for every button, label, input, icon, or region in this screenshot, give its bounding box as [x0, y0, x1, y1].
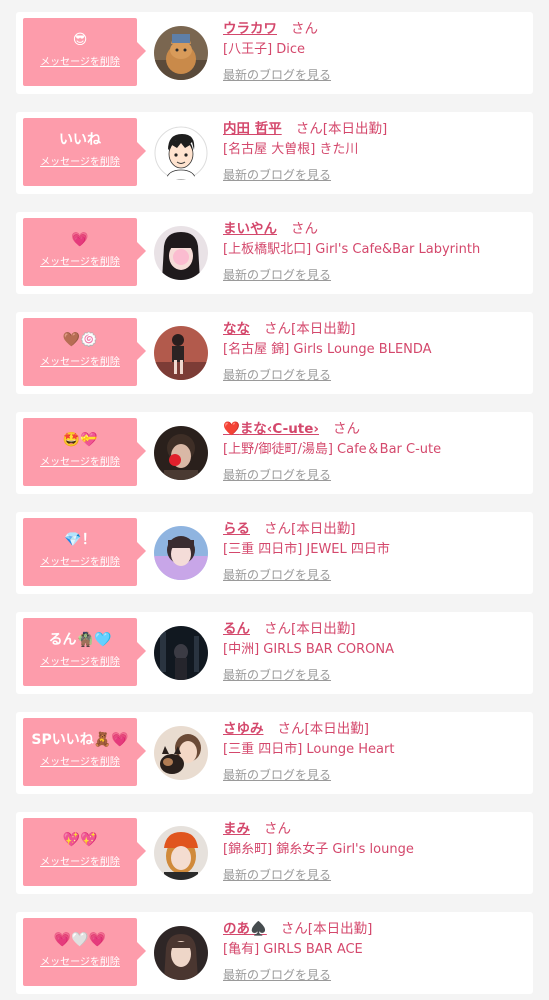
message-card: 💎！ メッセージを削除 らる さん[本日出勤] [三重 四日市] JEWEL 四日…: [16, 512, 533, 594]
latest-blog-link[interactable]: 最新のブログを見る: [223, 168, 523, 182]
shop-info: [三重 四日市] JEWEL 四日市: [223, 542, 390, 557]
message-bubble: いいね メッセージを削除: [23, 118, 146, 186]
user-name-link[interactable]: ❤️まな‹C-ute›: [223, 421, 319, 437]
latest-blog-link[interactable]: 最新のブログを見る: [223, 968, 523, 982]
avatar[interactable]: [154, 126, 208, 180]
delete-message-link[interactable]: メッセージを削除: [23, 157, 137, 169]
avatar[interactable]: [154, 826, 208, 880]
honorific: さん[本日出勤]: [280, 921, 373, 937]
honorific: さん[本日出勤]: [277, 721, 370, 737]
honorific: さん: [291, 221, 318, 237]
delete-message-link[interactable]: メッセージを削除: [23, 557, 137, 569]
message-text: 💗: [71, 232, 89, 248]
shop-info: [八王子] Dice: [223, 42, 306, 57]
delete-message-link[interactable]: メッセージを削除: [23, 57, 137, 69]
user-name-link[interactable]: るん: [223, 621, 250, 637]
delete-message-link[interactable]: メッセージを削除: [23, 757, 137, 769]
user-name-link[interactable]: のあ♠️: [223, 921, 267, 937]
user-name-link[interactable]: ウラカワ: [223, 21, 277, 37]
message-bubble: 💖💖 メッセージを削除: [23, 818, 146, 886]
avatar[interactable]: [154, 426, 208, 480]
shop-info: [三重 四日市] Lounge Heart: [223, 742, 395, 757]
user-name-link[interactable]: らる: [223, 521, 250, 537]
user-name-link[interactable]: まみ: [223, 821, 250, 837]
latest-blog-link[interactable]: 最新のブログを見る: [223, 68, 523, 82]
shop-info: [名古屋 大曽根] きた川: [223, 142, 359, 157]
message-bubble: 😎 メッセージを削除: [23, 18, 146, 86]
message-text: 💖💖: [62, 832, 98, 848]
honorific: さん: [291, 21, 318, 37]
avatar[interactable]: [154, 726, 208, 780]
message-card: 💗🤍💗 メッセージを削除 のあ♠️ さん[本日出勤] [亀有] GIRLS BAR…: [16, 912, 533, 994]
message-text: 💎！: [64, 532, 96, 548]
latest-blog-link[interactable]: 最新のブログを見る: [223, 368, 523, 382]
honorific: さん[本日出勤]: [295, 121, 388, 137]
message-bubble: 🤎🍥 メッセージを削除: [23, 318, 146, 386]
message-card: 😎 メッセージを削除 ウラカワ さん [八王子] Dice 最新のブログを見る: [16, 12, 533, 94]
honorific: さん[本日出勤]: [264, 321, 356, 337]
latest-blog-link[interactable]: 最新のブログを見る: [223, 868, 523, 882]
latest-blog-link[interactable]: 最新のブログを見る: [223, 768, 523, 782]
heart-icon: ❤️: [223, 421, 240, 437]
message-text: 💗🤍💗: [53, 932, 107, 948]
message-card: SPいいね🧸💗 メッセージを削除 さゆみ さん[本日出勤] [三重 四日市] Lo…: [16, 712, 533, 794]
avatar[interactable]: [154, 326, 208, 380]
delete-message-link[interactable]: メッセージを削除: [23, 457, 137, 469]
message-card: 🤎🍥 メッセージを削除 なな さん[本日出勤] [名古屋 錦] Girls Lou…: [16, 312, 533, 394]
avatar[interactable]: [154, 526, 208, 580]
latest-blog-link[interactable]: 最新のブログを見る: [223, 568, 523, 582]
delete-message-link[interactable]: メッセージを削除: [23, 957, 137, 969]
message-bubble: 💎！ メッセージを削除: [23, 518, 146, 586]
message-list: 😎 メッセージを削除 ウラカワさん [八王子] Dice 最新のブログを見る: [0, 0, 549, 1000]
message-card: 💖💖 メッセージを削除 まみ さん [錦糸町] 錦糸女子 Girl's loung…: [16, 812, 533, 894]
message-bubble: 💗🤍💗 メッセージを削除: [23, 918, 146, 986]
shop-info: [上野/御徒町/湯島] Cafe＆Bar C-ute: [223, 442, 442, 457]
shop-info: [中洲] GIRLS BAR CORONA: [223, 642, 395, 657]
message-card: いいね メッセージを削除 内田 哲平 さん[本日出勤] [名古屋 大曽根] きた川…: [16, 112, 533, 194]
latest-blog-link[interactable]: 最新のブログを見る: [223, 468, 523, 482]
honorific: さん: [264, 821, 291, 837]
shop-info: [名古屋 錦] Girls Lounge BLENDA: [223, 342, 432, 357]
shop-info: [亀有] GIRLS BAR ACE: [223, 942, 363, 957]
user-name-text: まな‹C-ute›: [239, 421, 319, 437]
message-text: いいね: [59, 132, 101, 148]
latest-blog-link[interactable]: 最新のブログを見る: [223, 268, 523, 282]
honorific: さん[本日出勤]: [264, 521, 356, 537]
user-name-link[interactable]: 内田 哲平: [223, 121, 282, 137]
avatar[interactable]: [154, 626, 208, 680]
avatar[interactable]: [154, 26, 208, 80]
message-card: 💗 メッセージを削除 まいやん さん [上板橋駅北口] Girl's Cafe&B…: [16, 212, 533, 294]
delete-message-link[interactable]: メッセージを削除: [23, 357, 137, 369]
delete-message-link[interactable]: メッセージを削除: [23, 257, 137, 269]
shop-info: [錦糸町] 錦糸女子 Girl's lounge: [223, 842, 414, 857]
latest-blog-link[interactable]: 最新のブログを見る: [223, 668, 523, 682]
shop-info: [上板橋駅北口] Girl's Cafe&Bar Labyrinth: [223, 242, 481, 257]
delete-message-link[interactable]: メッセージを削除: [23, 657, 137, 669]
message-card: 🤩💝 メッセージを削除 ❤️まな‹C-ute› さん [上野/御徒町/湯島] Ca…: [16, 412, 533, 494]
message-bubble: るん🧌🩵 メッセージを削除: [23, 618, 146, 686]
user-name-link[interactable]: なな: [223, 321, 250, 337]
user-name-link[interactable]: まいやん: [223, 221, 277, 237]
message-text: SPいいね🧸💗: [31, 732, 129, 748]
message-bubble: 🤩💝 メッセージを削除: [23, 418, 146, 486]
delete-message-link[interactable]: メッセージを削除: [23, 857, 137, 869]
honorific: さん: [332, 421, 360, 437]
message-text: 😎: [72, 32, 88, 48]
user-name-link[interactable]: さゆみ: [223, 721, 264, 737]
message-bubble: SPいいね🧸💗 メッセージを削除: [23, 718, 146, 786]
avatar[interactable]: [154, 926, 208, 980]
message-text: 🤩💝: [62, 432, 98, 448]
honorific: さん[本日出勤]: [264, 621, 356, 637]
message-text: るん🧌🩵: [48, 632, 112, 648]
message-bubble: 💗 メッセージを削除: [23, 218, 146, 286]
avatar[interactable]: [154, 226, 208, 280]
message-card: るん🧌🩵 メッセージを削除 るん さん[本日出勤] [中洲] GIRLS BAR …: [16, 612, 533, 694]
message-text: 🤎🍥: [62, 332, 98, 348]
